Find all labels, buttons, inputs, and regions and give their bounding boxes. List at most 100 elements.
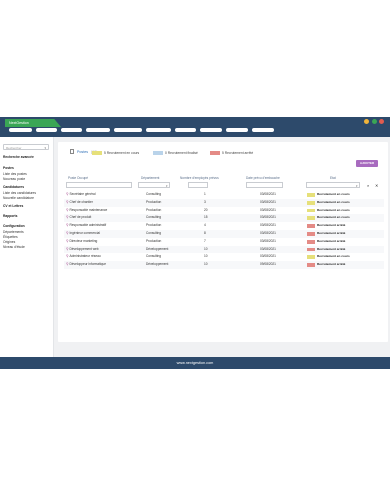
- menu-item[interactable]: [200, 128, 222, 132]
- status-swatch: [307, 255, 315, 260]
- app-tab[interactable]: NextGestion: [5, 119, 61, 127]
- poste-name: Développeur informatique: [69, 262, 106, 267]
- status-badge: Recrutement en cours: [317, 215, 350, 220]
- poste-cell[interactable]: ⚲Secrétaire général: [66, 191, 96, 199]
- chevron-down-icon: ▾: [355, 184, 358, 188]
- menu-item[interactable]: [9, 128, 32, 132]
- table-row[interactable]: ⚲Directeur marketing Production 7 03/08/202…: [64, 238, 384, 246]
- search-icon[interactable]: ⌕: [367, 183, 369, 188]
- sidebar-item-niveau-d-tude[interactable]: Niveau d'étude: [3, 245, 25, 249]
- table-row[interactable]: ⚲Administrateur réseau Consulting 10 03/08/…: [64, 253, 384, 261]
- poste-cell[interactable]: ⚲Administrateur réseau: [66, 253, 101, 261]
- table-row[interactable]: ⚲Chef de produit Consulting 15 03/08/2021 Re…: [64, 214, 384, 223]
- sidebar-item-configuration[interactable]: Configuration: [3, 224, 25, 228]
- sidebar-item-liste-des-postes[interactable]: Liste des postes: [3, 172, 27, 176]
- sidebar-search-input[interactable]: Rechercher ▾: [3, 144, 49, 150]
- maximize-dot-icon[interactable]: [371, 119, 377, 124]
- table-row[interactable]: ⚲Développement web Développement 10 03/08/2…: [64, 245, 384, 254]
- status-badge: Recrutement en cours: [317, 199, 350, 204]
- menu-item[interactable]: [146, 128, 171, 132]
- legend-swatch: [153, 151, 163, 155]
- chevron-down-icon: ▾: [165, 184, 168, 188]
- poste-cell[interactable]: ⚲Développeur informatique: [66, 261, 106, 269]
- departement-cell: Production: [146, 199, 162, 204]
- departement-cell: Développement: [146, 246, 169, 251]
- poste-cell[interactable]: ⚲Développement web: [66, 246, 99, 254]
- minimize-dot-icon[interactable]: [364, 119, 369, 124]
- legend-item[interactable]: 5 Recrutement en cours: [92, 151, 139, 155]
- column-header-etat[interactable]: Etat: [330, 176, 336, 180]
- sidebar-item-tiquettes[interactable]: Étiquettes: [3, 235, 18, 239]
- sidebar: Rechercher ▾ Recherche avancée Postes Lis…: [0, 137, 54, 369]
- filter-poste-input[interactable]: [66, 182, 132, 188]
- filter-etat-select[interactable]: ▾: [306, 182, 360, 188]
- poste-cell[interactable]: ⚲Chef de produit: [66, 214, 91, 222]
- column-header-departement[interactable]: Département: [141, 176, 159, 180]
- sidebar-item-liste-des-candidatures[interactable]: Liste des candidatures: [3, 191, 36, 195]
- legend-item[interactable]: 0 Recrutement finalisé: [153, 151, 198, 155]
- page-title[interactable]: Postes: [77, 150, 88, 154]
- sidebar-item-nouvelle-candidature[interactable]: Nouvelle candidature: [3, 196, 34, 200]
- chevron-down-icon: ▾: [44, 146, 46, 150]
- app-window: NextGestion Rechercher ▾ Recherche avanc…: [0, 117, 390, 369]
- menu-item[interactable]: [36, 128, 57, 132]
- poste-cell[interactable]: ⚲Responsable administratif: [66, 222, 106, 230]
- column-header-date[interactable]: Date prévu d'embauche: [246, 176, 280, 180]
- table-row[interactable]: ⚲Responsable maintenance Production 20 03/0…: [64, 207, 384, 215]
- close-dot-icon[interactable]: [379, 119, 384, 124]
- departement-cell: Production: [146, 223, 162, 228]
- legend-item[interactable]: 5 Recrutement arrêté: [210, 151, 253, 155]
- filter-employes-input[interactable]: [188, 182, 208, 188]
- departement-cell: Consulting: [146, 215, 162, 220]
- table-row[interactable]: ⚲Ingénieur commercial Consulting 8 03/08/20…: [64, 230, 384, 238]
- status-swatch: [307, 263, 315, 267]
- table-row[interactable]: ⚲Responsable administratif Production 4 03/…: [64, 222, 384, 230]
- advanced-search-link[interactable]: Recherche avancée: [3, 155, 34, 159]
- sidebar-item-cv-et-lettres[interactable]: CV et Lettres: [3, 204, 23, 208]
- add-button[interactable]: AJOUTER: [356, 160, 378, 167]
- employes-cell: 10: [204, 254, 208, 259]
- status-badge: Recrutement arrêté: [317, 262, 346, 267]
- sidebar-item-nouveau-poste[interactable]: Nouveau poste: [3, 177, 25, 181]
- poste-cell[interactable]: ⚲Responsable maintenance: [66, 207, 107, 215]
- menu-item[interactable]: [226, 128, 248, 132]
- legend-swatch: [210, 151, 220, 155]
- poste-cell[interactable]: ⚲Directeur marketing: [66, 238, 97, 246]
- sidebar-item-rapports[interactable]: Rapports: [3, 214, 17, 218]
- menu-item[interactable]: [61, 128, 82, 132]
- departement-cell: Production: [146, 207, 162, 212]
- status-badge: Recrutement arrêté: [317, 246, 346, 251]
- poste-cell[interactable]: ⚲Chef de chantier: [66, 199, 93, 207]
- legend-label: 0 Recrutement finalisé: [165, 151, 198, 155]
- menu-item[interactable]: [175, 128, 196, 132]
- sidebar-item-origines[interactable]: Origines: [3, 240, 15, 244]
- departement-cell: Consulting: [146, 192, 162, 196]
- departement-cell: Consulting: [146, 231, 162, 235]
- date-cell: 03/08/2021: [260, 199, 276, 204]
- sidebar-item-postes[interactable]: Postes: [3, 166, 14, 170]
- menu-item[interactable]: [252, 128, 274, 132]
- table-row[interactable]: ⚲Développeur informatique Développement 10…: [64, 261, 384, 269]
- top-bar: NextGestion: [0, 117, 390, 137]
- departement-cell: Développement: [146, 262, 169, 267]
- status-swatch: [307, 200, 315, 205]
- poste-name: Ingénieur commercial: [69, 231, 100, 235]
- filter-date-input[interactable]: [246, 182, 283, 188]
- date-cell: 03/08/2021: [260, 207, 276, 212]
- poste-name: Responsable maintenance: [69, 207, 108, 212]
- poste-cell[interactable]: ⚲Ingénieur commercial: [66, 230, 100, 238]
- menu-item[interactable]: [114, 128, 142, 132]
- menu-item[interactable]: [86, 128, 110, 132]
- table-row[interactable]: ⚲Secrétaire général Consulting 1 03/08/2021…: [64, 191, 384, 199]
- column-header-poste[interactable]: Poste Occupé: [68, 176, 88, 180]
- status-swatch: [307, 216, 315, 221]
- footer[interactable]: www.nextgestion.com: [0, 357, 390, 369]
- filter-departement-select[interactable]: ▾: [138, 182, 170, 188]
- column-header-employes[interactable]: Nombre d'employés prévus: [180, 176, 219, 180]
- sidebar-item-d-partements[interactable]: Départements: [3, 230, 24, 234]
- status-swatch: [307, 208, 315, 213]
- table-row[interactable]: ⚲Chef de chantier Production 3 03/08/2021 Re…: [64, 198, 384, 207]
- sidebar-item-candidatures[interactable]: Candidatures: [3, 185, 24, 189]
- clear-filter-icon[interactable]: ✕: [375, 183, 378, 188]
- status-swatch: [307, 193, 315, 197]
